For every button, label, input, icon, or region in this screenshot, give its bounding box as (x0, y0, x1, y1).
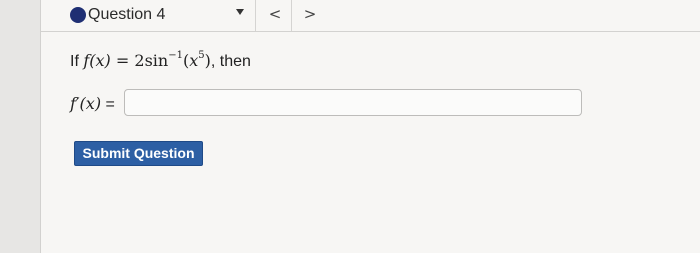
caret-down-icon[interactable] (236, 9, 244, 15)
question-title[interactable]: Question 4 (88, 5, 165, 25)
next-question-button[interactable]: > (295, 3, 325, 27)
question-header: Question 4 < > (41, 0, 700, 32)
expression-coefficient: 2 (134, 51, 145, 70)
prompt-function: f(x) (83, 51, 111, 70)
answer-function: f′(x) (70, 94, 102, 113)
answer-equals: = (105, 96, 115, 113)
nav-divider (291, 0, 292, 31)
prompt-prefix: If (70, 53, 79, 70)
prompt-suffix: , then (210, 53, 251, 70)
previous-question-button[interactable]: < (260, 3, 290, 27)
question-page: Question 4 < > If f(x) = 2sin−1(x5), the… (40, 0, 700, 253)
question-prompt: If f(x) = 2sin−1(x5), then (70, 49, 251, 71)
status-dot-icon (70, 7, 86, 23)
answer-label: f′(x) = (70, 94, 115, 115)
expression-exponent: −1 (168, 49, 183, 61)
expression-func: sin (144, 51, 169, 70)
answer-input[interactable] (124, 89, 582, 116)
submit-question-button[interactable]: Submit Question (74, 141, 203, 166)
prompt-equals: = (115, 51, 130, 70)
prompt-math: f(x) = 2sin−1(x5) (83, 49, 211, 70)
expression-arg-exp: 5 (198, 49, 205, 61)
expression-arg-base: x (189, 51, 199, 70)
